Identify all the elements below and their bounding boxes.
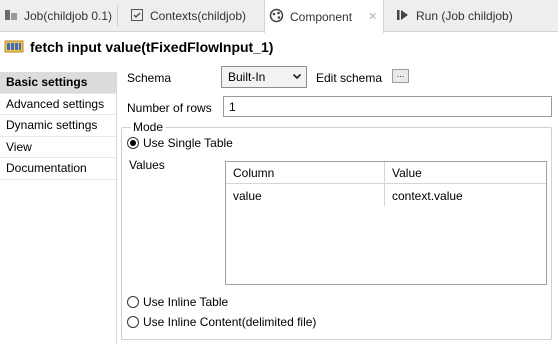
tab-component[interactable]: Component ✕ xyxy=(264,0,384,33)
sidebar-item-dynamic-settings[interactable]: Dynamic settings xyxy=(0,115,116,137)
tab-contexts-label: Contexts(childjob) xyxy=(150,9,247,23)
tab-component-label: Component xyxy=(290,9,353,24)
inline-table-radio[interactable] xyxy=(127,296,139,308)
values-table: Column Value value context.value xyxy=(225,161,547,285)
inline-content-label: Use Inline Content(delimited file) xyxy=(143,315,317,329)
single-table-radio[interactable] xyxy=(127,137,139,149)
values-label: Values xyxy=(129,158,165,172)
values-table-header: Column Value xyxy=(226,162,546,184)
settings-sidebar: Basic settings Advanced settings Dynamic… xyxy=(0,72,117,344)
sidebar-item-view[interactable]: View xyxy=(0,137,116,158)
tab-job[interactable]: Job(childjob 0.1) xyxy=(0,0,118,32)
use-single-table-option[interactable]: Use Single Table xyxy=(127,136,233,150)
edit-schema-label: Edit schema xyxy=(316,71,383,85)
close-icon[interactable]: ✕ xyxy=(368,10,377,23)
tab-job-label: Job(childjob 0.1) xyxy=(24,9,113,23)
tab-contexts[interactable]: Contexts(childjob) xyxy=(126,0,261,32)
contexts-icon xyxy=(130,8,144,25)
single-table-label: Use Single Table xyxy=(143,136,233,150)
table-cell-value[interactable]: context.value xyxy=(385,186,545,206)
rows-label: Number of rows xyxy=(127,101,212,115)
run-icon xyxy=(396,8,410,25)
use-inline-content-option[interactable]: Use Inline Content(delimited file) xyxy=(127,315,316,329)
rows-input[interactable] xyxy=(223,96,552,117)
job-icon xyxy=(4,8,18,25)
inline-table-label: Use Inline Table xyxy=(143,295,229,309)
sidebar-item-documentation[interactable]: Documentation xyxy=(0,158,116,180)
component-icon xyxy=(269,8,284,26)
sidebar-item-advanced-settings[interactable]: Advanced settings xyxy=(0,94,116,115)
component-title-row: fetch input value(tFixedFlowInput_1) xyxy=(0,34,558,60)
schema-select-value: Built-In xyxy=(228,70,266,84)
page-title: fetch input value(tFixedFlowInput_1) xyxy=(30,39,274,55)
tab-run[interactable]: Run (Job childjob) xyxy=(392,0,552,32)
mode-label: Mode xyxy=(131,120,166,134)
tfixedflowinput-icon xyxy=(4,38,24,57)
view-tab-bar: Job(childjob 0.1) Contexts(childjob) Com… xyxy=(0,0,558,33)
tab-run-label: Run (Job childjob) xyxy=(416,9,513,23)
sidebar-item-basic-settings[interactable]: Basic settings xyxy=(0,72,116,94)
schema-label: Schema xyxy=(127,71,172,85)
schema-select[interactable]: Built-In xyxy=(221,66,307,88)
chevron-down-icon xyxy=(292,71,302,84)
edit-schema-button[interactable]: ... xyxy=(392,69,409,83)
use-inline-table-option[interactable]: Use Inline Table xyxy=(127,295,228,309)
inline-content-radio[interactable] xyxy=(127,316,139,328)
column-header[interactable]: Column xyxy=(226,162,384,184)
value-header[interactable]: Value xyxy=(385,162,545,184)
table-cell-column[interactable]: value xyxy=(226,186,384,206)
